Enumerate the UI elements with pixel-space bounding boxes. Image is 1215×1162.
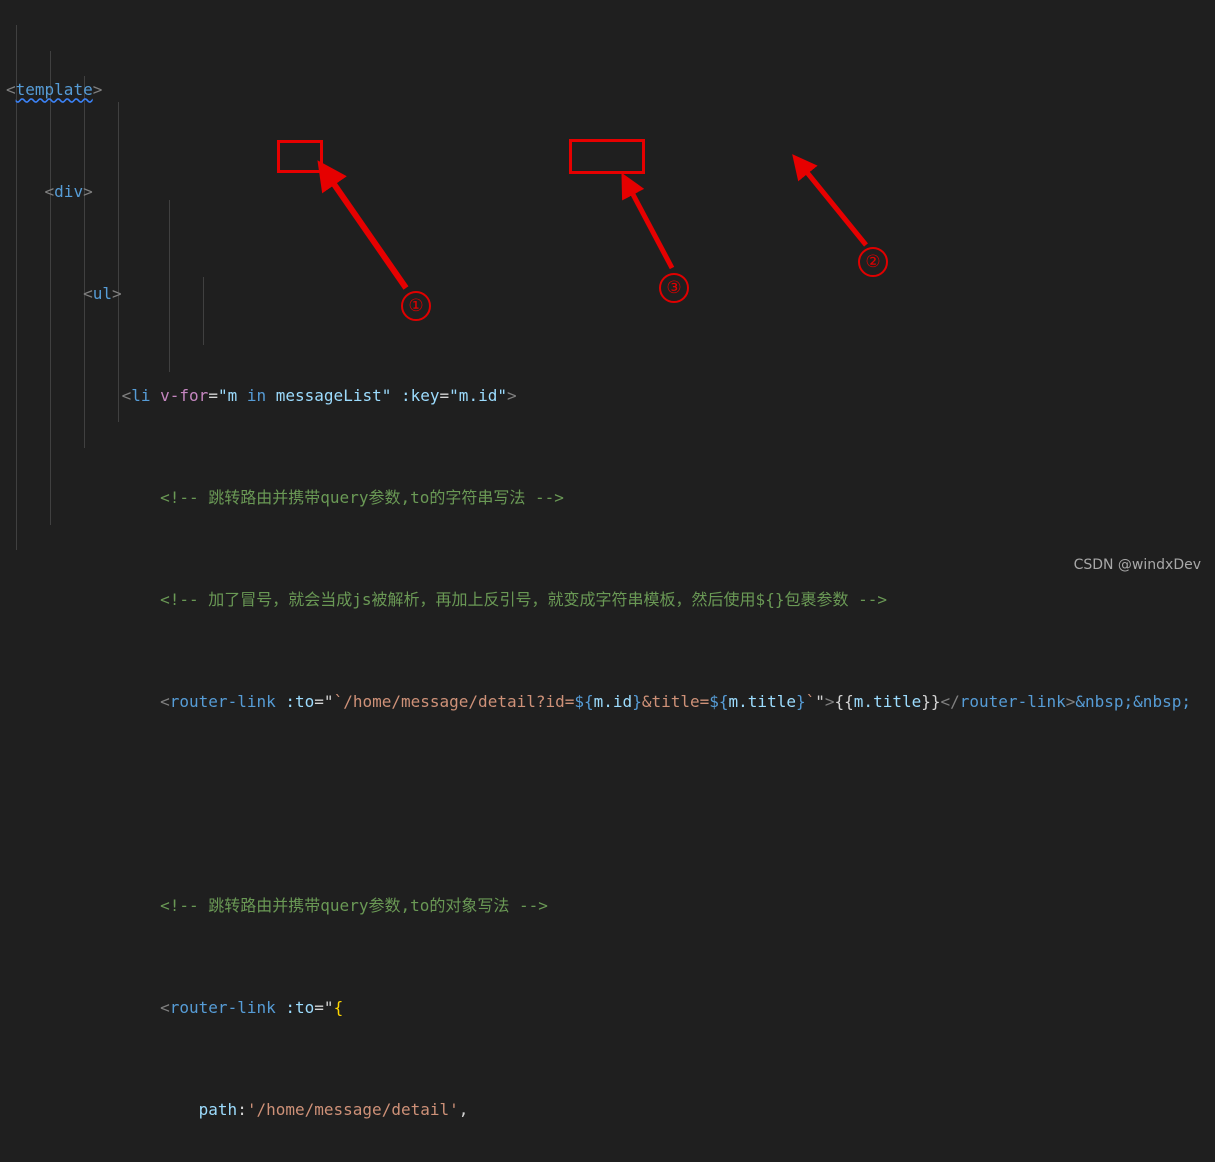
annotation-box-id-interpolation: [569, 139, 645, 174]
marker-2-label: ②: [865, 251, 881, 272]
code-editor[interactable]: <template> <div> <ul> <li v-for="m in me…: [0, 0, 1215, 1119]
code-line: <template>: [6, 79, 103, 99]
code-line: <ul>: [83, 283, 122, 303]
code-line-comment: <!-- 加了冒号，就会当成js被解析，再加上反引号，就变成字符串模板，然后使用…: [160, 589, 887, 609]
code-line-router-link-object: <router-link :to="{: [160, 997, 344, 1017]
marker-1: ①: [401, 291, 431, 321]
annotation-box-to-attribute: [277, 140, 323, 173]
code-line-router-link-string: <router-link :to="`/home/message/detail?…: [160, 691, 1191, 711]
code-content[interactable]: <template> <div> <ul> <li v-for="m in me…: [0, 0, 1215, 1162]
marker-3-label: ③: [666, 277, 682, 298]
marker-3: ③: [659, 273, 689, 303]
code-line-comment: <!-- 跳转路由并携带query参数,to的字符串写法 -->: [160, 487, 564, 507]
code-line: <li v-for="m in messageList" :key="m.id"…: [121, 385, 517, 405]
marker-1-label: ①: [408, 295, 424, 316]
code-line-comment: <!-- 跳转路由并携带query参数,to的对象写法 -->: [160, 895, 548, 915]
code-line: <div>: [44, 181, 93, 201]
watermark: CSDN @windxDev: [1073, 557, 1201, 573]
marker-2: ②: [858, 247, 888, 277]
code-line: path:'/home/message/detail',: [198, 1099, 469, 1119]
